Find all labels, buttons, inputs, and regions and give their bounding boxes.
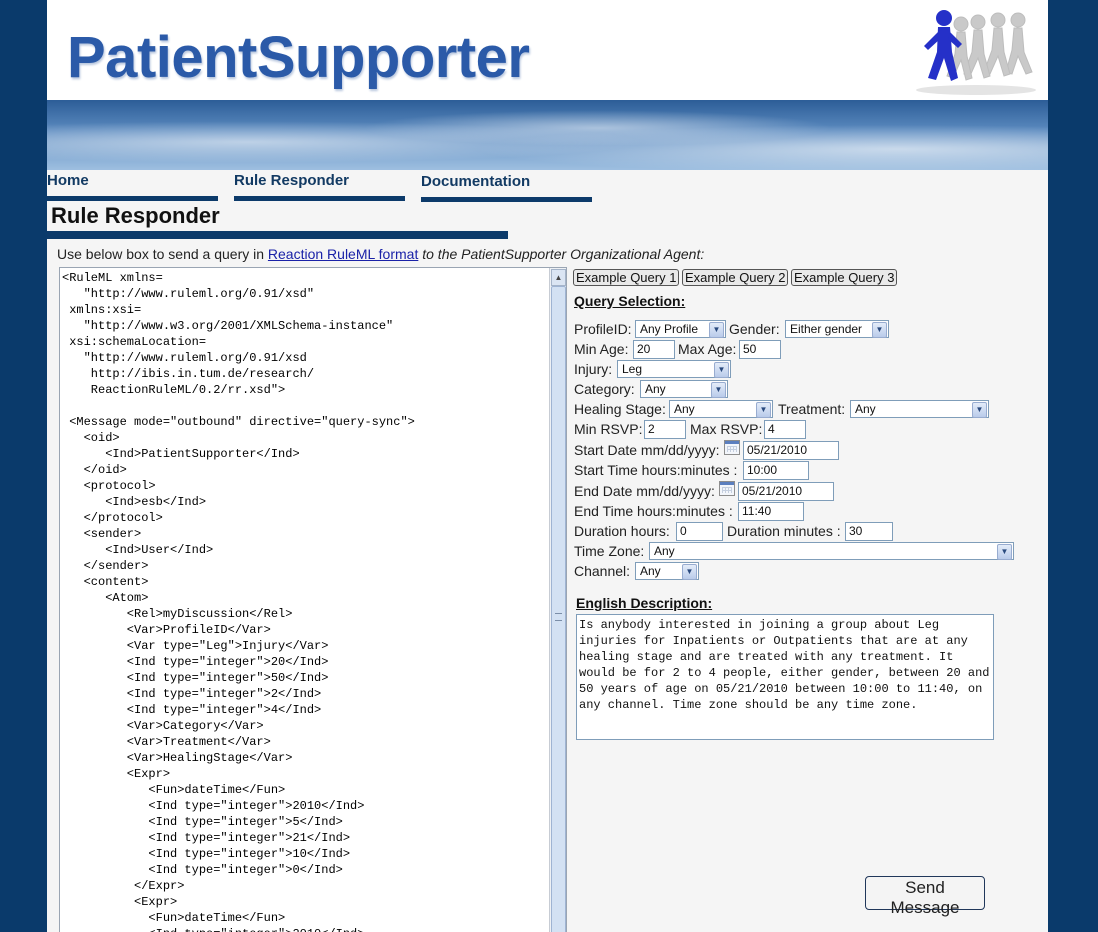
intro-before: Use below box to send a query in (57, 246, 268, 262)
start-time-input[interactable]: 10:00 (743, 461, 809, 480)
chevron-down-icon: ▼ (714, 362, 729, 378)
english-description-textarea[interactable]: Is anybody interested in joining a group… (576, 614, 994, 740)
duration-hours-label: Duration hours: (574, 523, 670, 539)
healing-stage-label: Healing Stage: (574, 401, 666, 417)
main-nav: Home Rule Responder Documentation (47, 172, 1048, 202)
chevron-down-icon: ▼ (709, 322, 724, 338)
chevron-down-icon: ▼ (997, 544, 1012, 560)
calendar-icon[interactable] (724, 440, 740, 455)
min-rsvp-input[interactable]: 2 (644, 420, 686, 439)
profile-select[interactable]: Any Profile ▼ (635, 320, 726, 338)
max-age-input[interactable]: 50 (739, 340, 781, 359)
channel-select[interactable]: Any ▼ (635, 562, 699, 580)
profile-value: Any Profile (640, 322, 699, 336)
channel-label: Channel: (574, 563, 631, 579)
timezone-value: Any (654, 544, 675, 558)
example-query-3-button[interactable]: Example Query 3 (791, 269, 898, 286)
start-time-label: Start Time hours:minutes : (574, 462, 738, 478)
min-age-input[interactable]: 20 (633, 340, 675, 359)
query-selection-heading: Query Selection: (574, 293, 686, 309)
intro-text: Use below box to send a query in Reactio… (57, 246, 704, 262)
end-time-input[interactable]: 11:40 (738, 502, 804, 521)
scroll-up-icon[interactable]: ▲ (551, 269, 566, 286)
max-rsvp-input[interactable]: 4 (764, 420, 806, 439)
end-date-label: End Date mm/dd/yyyy: (574, 483, 715, 499)
chevron-down-icon: ▼ (756, 402, 771, 418)
category-value: Any (645, 382, 666, 396)
timezone-label: Time Zone: (574, 543, 645, 559)
nav-rule-responder[interactable]: Rule Responder (234, 172, 405, 201)
healing-stage-value: Any (674, 402, 695, 416)
category-select[interactable]: Any ▼ (640, 380, 728, 398)
injury-select[interactable]: Leg ▼ (617, 360, 731, 378)
chevron-down-icon: ▼ (972, 402, 987, 418)
sky-banner (47, 100, 1048, 170)
duration-minutes-label: Duration minutes : (727, 523, 841, 539)
channel-value: Any (640, 564, 661, 578)
grip-icon (555, 613, 562, 621)
example-query-2-button[interactable]: Example Query 2 (682, 269, 789, 286)
min-age-label: Min Age: (574, 341, 629, 357)
duration-minutes-input[interactable]: 30 (845, 522, 893, 541)
query-editor[interactable]: <RuleML xmlns= "http://www.ruleml.org/0.… (59, 267, 567, 932)
injury-value: Leg (622, 362, 643, 376)
gender-select[interactable]: Either gender ▼ (785, 320, 889, 338)
page-title: Rule Responder (51, 203, 220, 228)
chevron-down-icon: ▼ (682, 564, 697, 580)
min-rsvp-label: Min RSVP: (574, 421, 643, 437)
nav-documentation[interactable]: Documentation (421, 173, 592, 202)
nav-home[interactable]: Home (47, 172, 218, 201)
example-query-1-button[interactable]: Example Query 1 (573, 269, 680, 286)
query-code[interactable]: <RuleML xmlns= "http://www.ruleml.org/0.… (60, 268, 566, 932)
end-time-label: End Time hours:minutes : (574, 503, 733, 519)
healing-stage-select[interactable]: Any ▼ (669, 400, 773, 418)
intro-after: to the PatientSupporter Organizational A… (418, 246, 705, 262)
scroll-thumb[interactable] (551, 286, 566, 932)
calendar-icon[interactable] (719, 481, 735, 496)
title-underline (47, 231, 508, 239)
treatment-select[interactable]: Any ▼ (850, 400, 989, 418)
english-description-heading: English Description: (576, 595, 713, 611)
gender-value: Either gender (790, 322, 863, 336)
editor-scrollbar[interactable]: ▲ (549, 268, 566, 932)
treatment-label: Treatment: (778, 401, 846, 417)
chevron-down-icon: ▼ (711, 382, 726, 398)
send-message-button[interactable]: Send Message (865, 876, 985, 917)
gender-label: Gender: (729, 321, 780, 337)
category-label: Category: (574, 381, 635, 397)
site-logo[interactable]: PatientSupporter (67, 24, 530, 91)
end-date-input[interactable]: 05/21/2010 (738, 482, 834, 501)
chevron-down-icon: ▼ (872, 322, 887, 338)
max-rsvp-label: Max RSVP: (690, 421, 763, 437)
max-age-label: Max Age: (678, 341, 737, 357)
reaction-ruleml-link[interactable]: Reaction RuleML format (268, 246, 418, 262)
page: PatientSupporter Home Rule Responder Doc… (47, 0, 1048, 932)
runners-logo-icon (916, 10, 1036, 95)
start-date-label: Start Date mm/dd/yyyy: (574, 442, 720, 458)
treatment-value: Any (855, 402, 876, 416)
injury-label: Injury: (574, 361, 613, 377)
header: PatientSupporter (47, 0, 1048, 100)
duration-hours-input[interactable]: 0 (676, 522, 723, 541)
profile-label: ProfileID: (574, 321, 632, 337)
timezone-select[interactable]: Any ▼ (649, 542, 1014, 560)
start-date-input[interactable]: 05/21/2010 (743, 441, 839, 460)
